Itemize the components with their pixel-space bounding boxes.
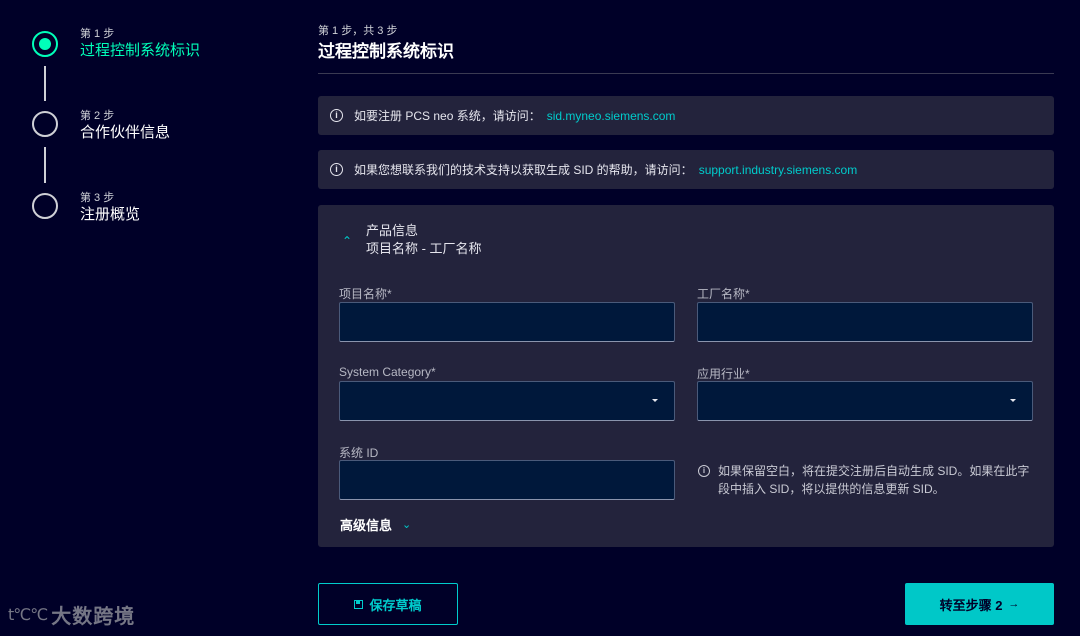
chevron-up-icon[interactable]: ⌃ [340,235,354,247]
save-draft-button[interactable]: 保存草稿 [318,583,458,625]
system-id-field-wrapper [339,460,675,500]
sid-hint: i 如果保留空白，将在提交注册后自动生成 SID。如果在此字段中插入 SID，将… [698,462,1034,498]
system-category-label: System Category* [339,365,436,379]
advanced-info-label: 高级信息 [340,518,393,533]
page-title: 过程控制系统标识 [318,42,454,61]
notice-pcs-neo-text: 如要注册 PCS neo 系统，请访问： [354,109,541,123]
project-name-label: 项目名称* [339,287,392,301]
watermark-mark: t℃℃ [8,605,48,624]
info-icon: i [330,163,343,176]
step-3-title: 注册概览 [80,206,141,223]
step-connector-2 [44,147,46,183]
sid-hint-text: 如果保留空白，将在提交注册后自动生成 SID。如果在此字段中插入 SID，将以提… [718,464,1030,496]
plant-name-input[interactable] [698,303,1032,341]
project-name-field-wrapper [339,302,675,342]
link-support-industry[interactable]: support.industry.siemens.com [699,163,858,177]
step-counter: 第 1 步，共 3 步 [318,25,398,37]
section-subtitle: 项目名称 - 工厂名称 [366,241,482,256]
plant-name-field-wrapper [697,302,1033,342]
notice-pcs-neo: i 如要注册 PCS neo 系统，请访问： sid.myneo.siemens… [318,96,1054,135]
next-step-button[interactable]: 转至步骤 2 → [905,583,1054,625]
caret-down-icon [652,399,658,402]
product-info-card: ⌃ 产品信息 项目名称 - 工厂名称 项目名称* 工厂名称* System Ca… [318,205,1054,547]
watermark-logo: t℃℃ 大数跨境 [8,600,135,629]
project-name-input[interactable] [340,303,674,341]
plant-name-label: 工厂名称* [697,287,750,301]
watermark-text: 大数跨境 [51,606,136,628]
system-id-label: 系统 ID [339,446,379,460]
step-2-title: 合作伙伴信息 [80,124,171,141]
industry-label: 应用行业* [697,367,750,381]
step-2-indicator [32,111,58,137]
system-id-input[interactable] [340,461,674,499]
notice-support: i 如果您想联系我们的技术支持以获取生成 SID 的帮助，请访问： suppor… [318,150,1054,189]
info-icon: i [330,109,343,122]
advanced-info-toggle[interactable]: 高级信息 ⌄ [340,515,411,534]
section-title: 产品信息 [366,223,419,238]
link-sid-myneo[interactable]: sid.myneo.siemens.com [547,109,676,123]
notice-support-text: 如果您想联系我们的技术支持以获取生成 SID 的帮助，请访问： [354,163,693,177]
header-divider [318,73,1054,74]
info-icon: i [698,465,710,477]
step-1-title: 过程控制系统标识 [80,42,201,59]
step-connector-1 [44,66,46,101]
arrow-right-icon: → [1008,598,1020,610]
caret-down-icon [1010,399,1016,402]
chevron-down-icon: ⌄ [402,519,412,531]
step-3-indicator [32,193,58,219]
next-step-label: 转至步骤 2 [939,597,1003,613]
industry-select[interactable] [697,381,1033,421]
save-icon [354,599,364,609]
step-1-indicator [32,31,58,57]
save-draft-label: 保存草稿 [369,597,422,613]
system-category-select[interactable] [339,381,675,421]
